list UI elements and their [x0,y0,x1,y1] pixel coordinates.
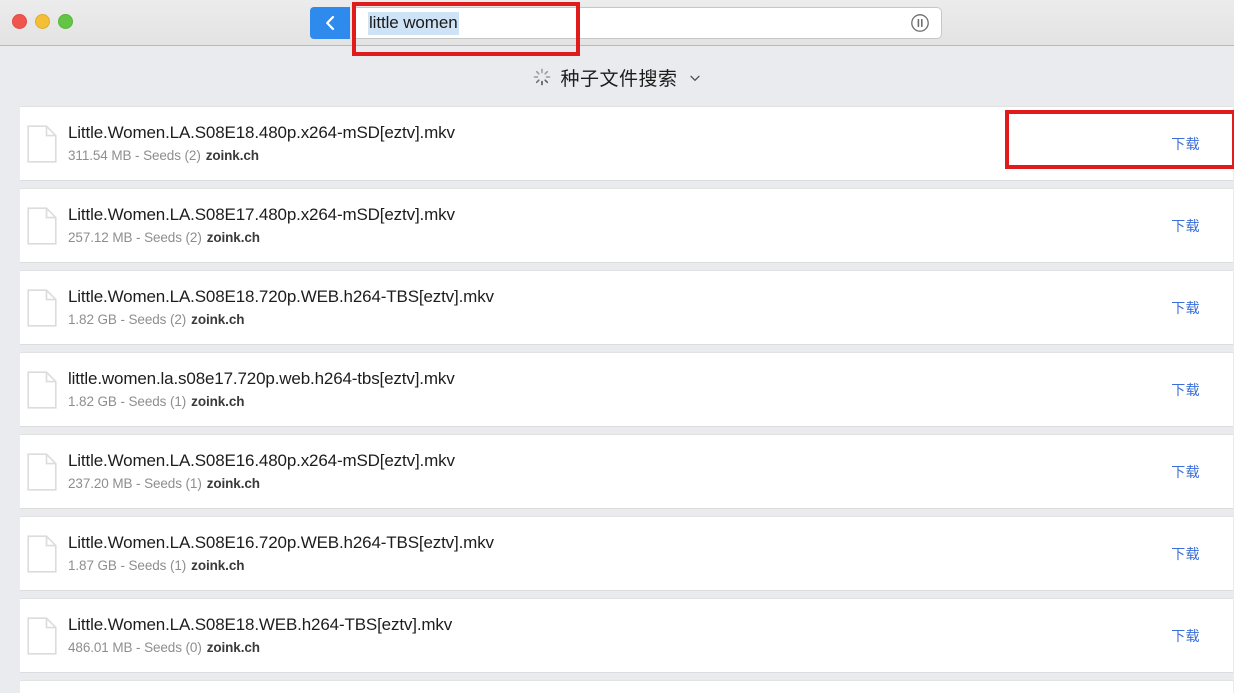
section-header[interactable]: 种子文件搜索 [0,46,1234,108]
result-size-seeds: 1.82 GB - Seeds (2) [68,311,187,327]
result-row[interactable]: Little.Women.LA.S08E16.480p.x264-mSD[ezt… [0,434,1234,509]
result-meta: 237.20 MB - Seeds (1) zoink.ch [68,474,1171,494]
result-info: Little.Women.LA.S08E16.720p.WEB.h264-TBS… [64,532,1171,576]
document-icon [20,452,64,491]
result-host: zoink.ch [206,639,260,655]
result-info: Little.Women.LA.S08E18.480p.x264-mSD[ezt… [64,122,1171,166]
result-host: zoink.ch [205,147,259,163]
document-icon [20,124,64,163]
download-button[interactable]: 下载 [1171,134,1200,154]
result-size-seeds: 237.20 MB - Seeds (1) [68,475,202,491]
chevron-down-icon[interactable] [689,71,701,83]
pause-circle-icon[interactable] [910,13,930,33]
result-size-seeds: 486.01 MB - Seeds (0) [68,639,202,655]
result-meta: 486.01 MB - Seeds (0) zoink.ch [68,638,1171,658]
section-title: 种子文件搜索 [560,68,678,90]
download-button[interactable]: 下载 [1171,462,1200,482]
document-icon [20,534,64,573]
result-filename: Little.Women.LA.S08E18.480p.x264-mSD[ezt… [68,122,455,142]
result-filename: Little.Women.LA.S08E16.480p.x264-mSD[ezt… [68,450,455,470]
minimize-window-button[interactable] [35,14,50,29]
download-button[interactable]: 下载 [1171,626,1200,646]
result-size-seeds: 311.54 MB - Seeds (2) [68,147,201,163]
result-size-seeds: 1.82 GB - Seeds (1) [68,393,187,409]
maximize-window-button[interactable] [58,14,73,29]
result-meta: 311.54 MB - Seeds (2) zoink.ch [68,146,1171,166]
result-info: Little.Women.LA.S08E16.480p.x264-mSD[ezt… [64,450,1171,494]
result-filename: Little.Women.LA.S08E18.WEB.h264-TBS[eztv… [68,614,453,634]
result-row[interactable]: Little.Women.LA.S08E17.480p.x264-mSD[ezt… [0,188,1234,263]
document-icon [20,616,64,655]
result-meta: 1.82 GB - Seeds (2) zoink.ch [68,310,1171,330]
download-button[interactable]: 下载 [1171,544,1200,564]
result-size-seeds: 1.87 GB - Seeds (1) [68,557,187,573]
result-host: zoink.ch [206,229,260,245]
result-filename: Little.Women.LA.S08E16.720p.WEB.h264-TBS… [68,532,494,552]
result-meta: 1.87 GB - Seeds (1) zoink.ch [68,556,1171,576]
download-button[interactable]: 下载 [1171,298,1200,318]
search-field[interactable]: little women [352,7,942,39]
result-host: zoink.ch [191,393,245,409]
result-info: Little.Women.LA.S08E18.WEB.h264-TBS[eztv… [64,614,1171,658]
result-row[interactable]: little.women.la.s08e17.web.h264-tbs[eztv… [0,680,1234,693]
app-window: little women 种子文件搜索 Little.Women.LA.S08E… [0,0,1234,693]
result-meta: 257.12 MB - Seeds (2) zoink.ch [68,228,1171,248]
search-input[interactable]: little women [368,11,459,35]
result-info: Little.Women.LA.S08E18.720p.WEB.h264-TBS… [64,286,1171,330]
result-host: zoink.ch [191,557,245,573]
result-row[interactable]: Little.Women.LA.S08E18.720p.WEB.h264-TBS… [0,270,1234,345]
result-row[interactable]: Little.Women.LA.S08E18.480p.x264-mSD[ezt… [0,106,1234,181]
result-host: zoink.ch [191,311,245,327]
document-icon [20,206,64,245]
result-filename: little.women.la.s08e17.720p.web.h264-tbs… [68,368,455,388]
download-button[interactable]: 下载 [1171,216,1200,236]
search-results-list: Little.Women.LA.S08E18.480p.x264-mSD[ezt… [0,106,1234,693]
result-filename: Little.Women.LA.S08E17.480p.x264-mSD[ezt… [68,204,455,224]
result-meta: 1.82 GB - Seeds (1) zoink.ch [68,392,1171,412]
loading-spinner-icon [533,68,551,86]
back-button[interactable] [310,7,350,39]
window-controls [12,14,73,29]
result-size-seeds: 257.12 MB - Seeds (2) [68,229,202,245]
result-row[interactable]: Little.Women.LA.S08E16.720p.WEB.h264-TBS… [0,516,1234,591]
document-icon [20,288,64,327]
download-button[interactable]: 下载 [1171,380,1200,400]
result-row[interactable]: Little.Women.LA.S08E18.WEB.h264-TBS[eztv… [0,598,1234,673]
document-icon [20,370,64,409]
window-titlebar: little women [0,0,1234,46]
close-window-button[interactable] [12,14,27,29]
result-filename: Little.Women.LA.S08E18.720p.WEB.h264-TBS… [68,286,494,306]
result-info: Little.Women.LA.S08E17.480p.x264-mSD[ezt… [64,204,1171,248]
result-info: little.women.la.s08e17.720p.web.h264-tbs… [64,368,1171,412]
chevron-left-icon [324,14,336,32]
result-row[interactable]: little.women.la.s08e17.720p.web.h264-tbs… [0,352,1234,427]
result-host: zoink.ch [206,475,260,491]
